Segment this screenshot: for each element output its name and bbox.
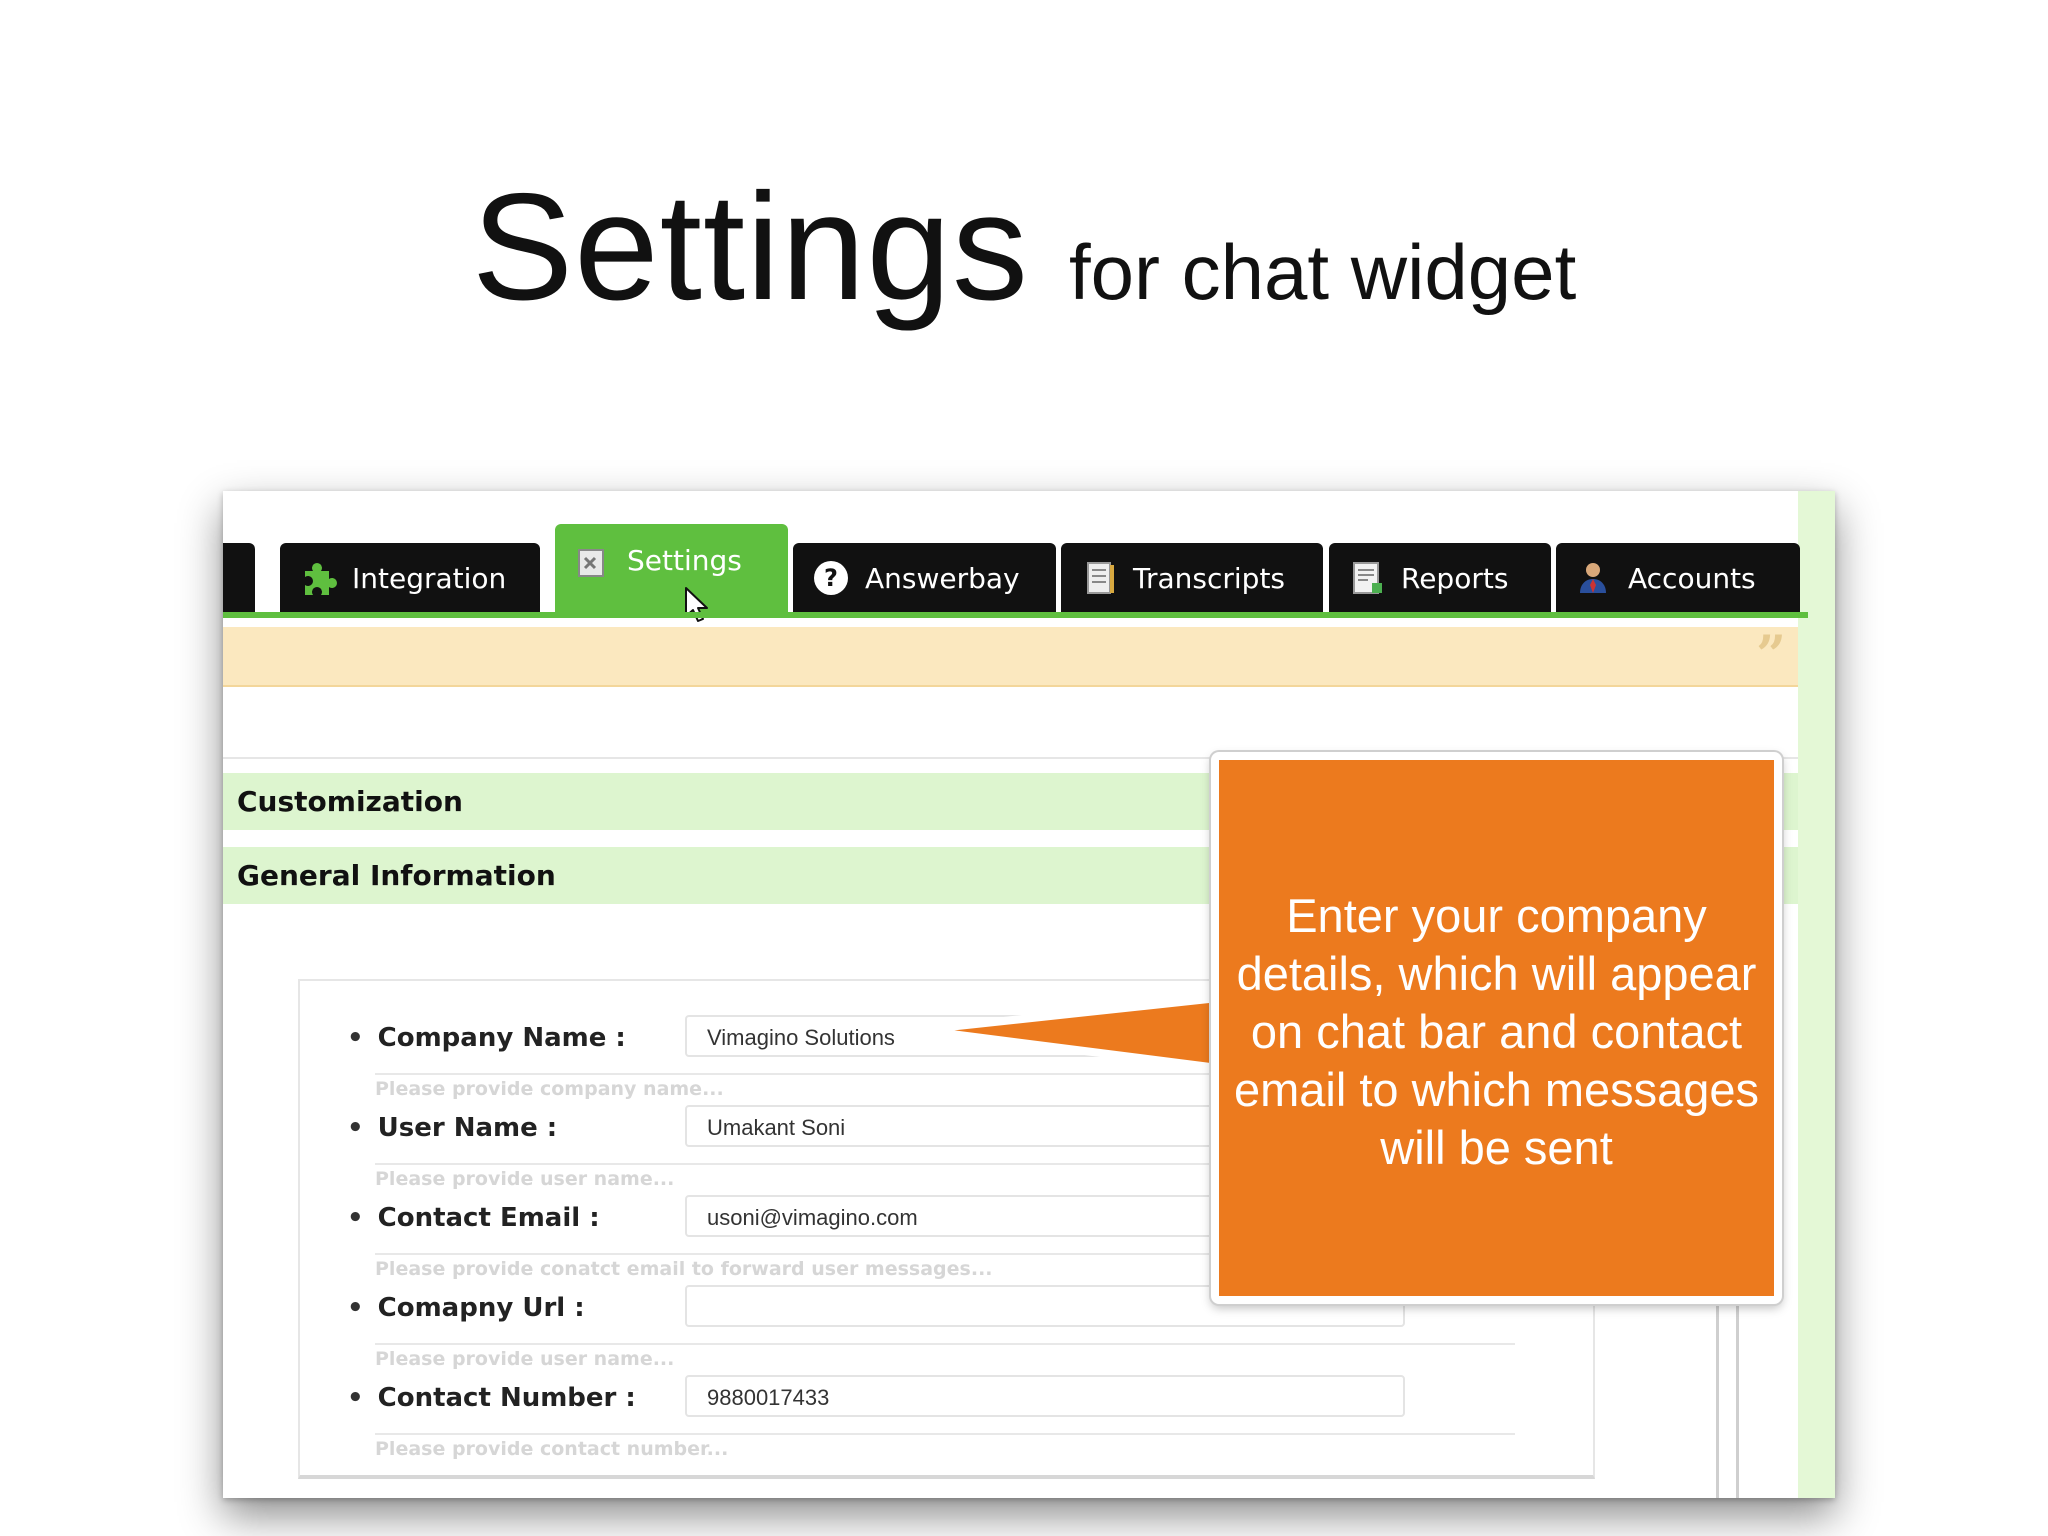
tab-partial[interactable] [223, 543, 255, 613]
mouse-cursor-icon [685, 587, 708, 622]
contact-email-hint: Please provide conatct email to forward … [375, 1258, 993, 1280]
notice-bar: ” [223, 627, 1798, 687]
company-url-hint: Please provide user name... [375, 1348, 675, 1370]
tab-label: Accounts [1628, 561, 1756, 595]
user-name-hint: Please provide user name... [375, 1168, 675, 1190]
account-icon [1574, 558, 1614, 598]
tabbar-underline [223, 612, 1808, 618]
tab-reports[interactable]: Reports [1329, 543, 1551, 613]
company-name-hint: Please provide company name... [375, 1078, 724, 1100]
contact-number-label: Contact Number : [347, 1383, 636, 1413]
tab-answerbay[interactable]: ? Answerbay [793, 543, 1056, 613]
tab-label: Reports [1401, 561, 1509, 595]
slide-subtitle: for chat widget [1068, 228, 1577, 316]
contact-email-label: Contact Email : [347, 1203, 600, 1233]
company-name-label: Company Name : [347, 1023, 626, 1053]
tab-label: Answerbay [865, 561, 1020, 595]
panel-border [1716, 1291, 1719, 1498]
company-url-label: Comapny Url : [347, 1293, 585, 1323]
callout-box: Enter your company details, which will a… [1211, 752, 1782, 1304]
user-name-label: User Name : [347, 1113, 558, 1143]
slide-title: Settings for chat widget [0, 160, 2048, 335]
contact-number-hint: Please provide contact number... [375, 1438, 729, 1460]
field-divider [375, 1433, 1515, 1435]
tab-accounts[interactable]: Accounts [1556, 543, 1800, 613]
tab-label: Integration [352, 561, 507, 595]
contact-number-input[interactable]: 9880017433 [685, 1375, 1405, 1417]
field-divider [375, 1343, 1515, 1345]
transcript-icon [1079, 558, 1119, 598]
svg-text:?: ? [824, 564, 838, 592]
tab-label: Transcripts [1133, 561, 1286, 595]
puzzle-icon [298, 558, 338, 598]
tab-integration[interactable]: Integration [280, 543, 540, 613]
quote-icon: ” [1756, 625, 1786, 686]
settings-icon [573, 544, 613, 584]
tab-label: Settings [627, 544, 742, 577]
tab-transcripts[interactable]: Transcripts [1061, 543, 1323, 613]
right-panel-strip [1798, 491, 1835, 1498]
panel-border [1736, 1291, 1739, 1498]
question-icon: ? [811, 558, 851, 598]
slide-title-main: Settings [471, 162, 1029, 332]
report-icon [1347, 558, 1387, 598]
tab-settings[interactable]: Settings [555, 524, 788, 616]
